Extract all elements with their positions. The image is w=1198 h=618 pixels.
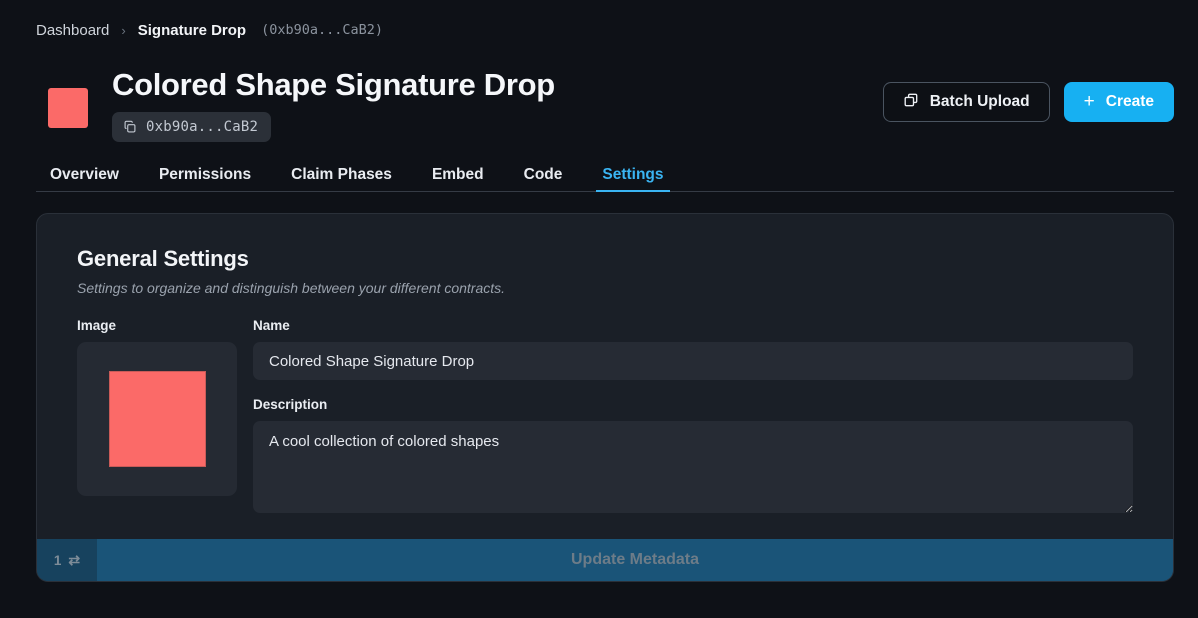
copy-stack-icon [903,92,919,113]
copy-icon [123,120,137,134]
tab-code[interactable]: Code [504,167,583,192]
image-field-group: Image [77,318,237,513]
tab-embed[interactable]: Embed [412,167,504,192]
general-settings-card: General Settings Settings to organize an… [36,213,1174,582]
batch-upload-label: Batch Upload [930,93,1030,111]
batch-upload-button[interactable]: Batch Upload [883,82,1050,122]
settings-card-footer: 1 ⇄ Update Metadata [37,539,1173,581]
page-title: Colored Shape Signature Drop [112,66,883,104]
image-upload-dropzone[interactable] [77,342,237,496]
image-preview-swatch [109,371,206,467]
contract-address-copy-badge[interactable]: 0xb90a...CaB2 [112,112,271,142]
contract-tabs: Overview Permissions Claim Phases Embed … [36,158,1174,192]
section-subtitle: Settings to organize and distinguish bet… [77,280,1133,296]
settings-form-row: Image Name Description [77,318,1133,513]
contract-header: Colored Shape Signature Drop 0xb90a...Ca… [0,44,1198,136]
tab-overview[interactable]: Overview [36,167,139,192]
create-label: Create [1106,93,1154,111]
general-settings-body: General Settings Settings to organize an… [37,214,1173,539]
breadcrumb-contract-address: (0xb90a...CaB2) [261,22,383,38]
breadcrumb-dashboard-link[interactable]: Dashboard [36,22,109,39]
contract-title-block: Colored Shape Signature Drop 0xb90a...Ca… [112,66,883,142]
header-actions: Batch Upload + Create [883,82,1174,122]
tab-permissions[interactable]: Permissions [139,167,271,192]
chain-count-label: 1 [54,553,62,568]
update-metadata-button[interactable]: Update Metadata [97,539,1173,581]
plus-icon: + [1084,92,1095,111]
create-button[interactable]: + Create [1064,82,1174,122]
breadcrumb-separator-icon: › [119,23,127,38]
tab-claim-phases[interactable]: Claim Phases [271,167,412,192]
name-field-label: Name [253,318,1133,333]
name-input[interactable] [253,342,1133,380]
breadcrumb-current-contract[interactable]: Signature Drop [138,22,246,39]
tab-settings[interactable]: Settings [582,167,683,192]
description-textarea[interactable] [253,421,1133,513]
chain-switcher[interactable]: 1 ⇄ [37,539,97,581]
image-field-label: Image [77,318,237,333]
section-title: General Settings [77,246,1133,272]
swap-arrows-icon: ⇄ [68,553,80,567]
contract-address-text: 0xb90a...CaB2 [146,119,258,135]
text-fields-group: Name Description [253,318,1133,513]
breadcrumb: Dashboard › Signature Drop (0xb90a...CaB… [0,0,1198,44]
contract-thumbnail [48,88,88,128]
description-field-label: Description [253,397,1133,412]
